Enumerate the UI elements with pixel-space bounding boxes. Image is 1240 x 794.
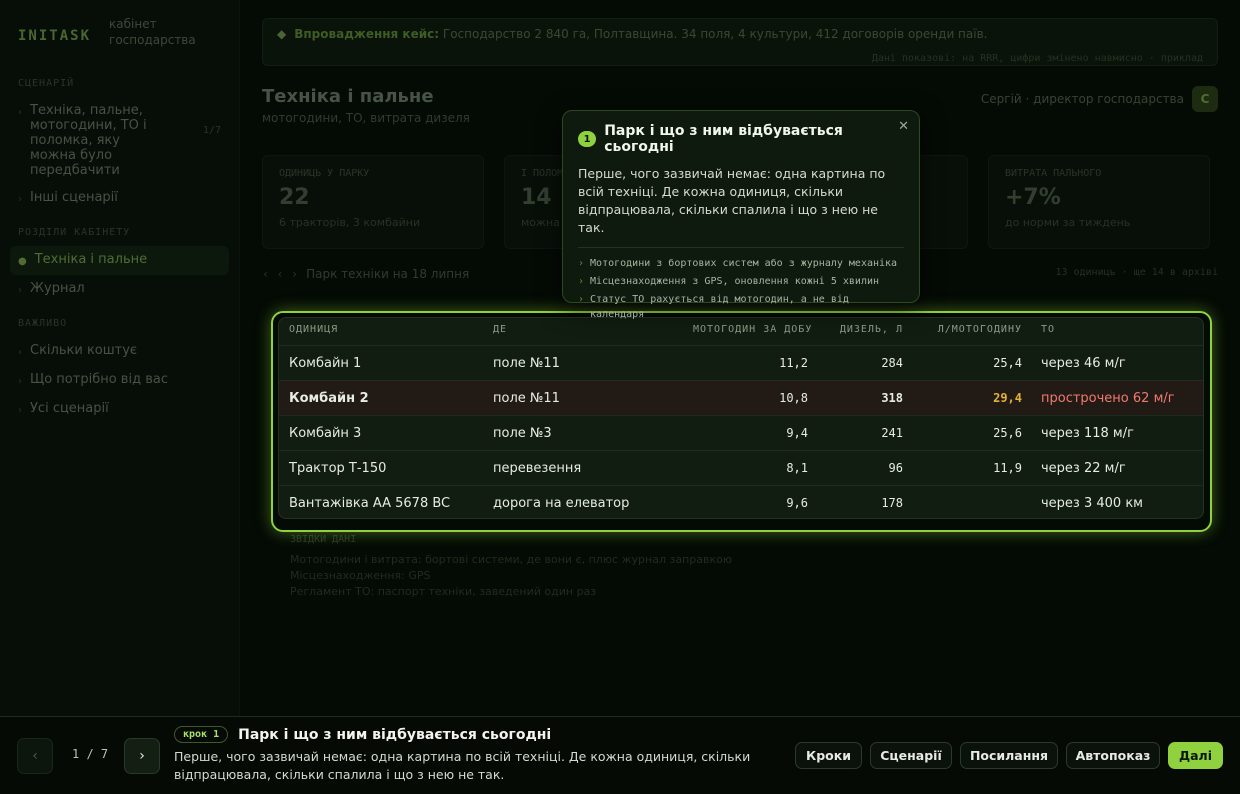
cell-service: через 22 м/г (1041, 461, 1126, 476)
cell-per-hour-warning: 29,4 (993, 391, 1022, 405)
cell-unit: Вантажівка AA 5678 BC (289, 496, 451, 511)
cell-diesel: 96 (888, 461, 903, 475)
cell-service: через 118 м/г (1041, 426, 1134, 441)
cell-unit: Комбайн 2 (289, 391, 369, 406)
cell-diesel: 318 (881, 391, 903, 405)
table-row[interactable]: Трактор Т-150 перевезення 8,1 96 11,9 че… (279, 450, 1203, 485)
cell-unit: Трактор Т-150 (289, 461, 387, 476)
cell-location: поле №11 (493, 356, 560, 371)
cell-unit: Комбайн 1 (289, 356, 362, 371)
table-row[interactable]: Комбайн 1 поле №11 11,2 284 25,4 через 4… (279, 345, 1203, 380)
cell-per-hour: 25,4 (993, 356, 1022, 370)
cell-service: через 46 м/г (1041, 356, 1126, 371)
next-button[interactable]: Далі (1168, 742, 1223, 769)
column-header-hours[interactable]: МОТОГОДИН ЗА ДОБУ (693, 318, 811, 345)
column-header-per-hour[interactable]: Л/МОТОГОДИНУ (919, 318, 1022, 345)
table-header-row: ОДИНИЦЯ ДЕ МОТОГОДИН ЗА ДОБУ ДИЗЕЛЬ, Л Л… (279, 318, 1203, 345)
chevron-left-icon: ‹ (32, 748, 38, 764)
column-header-location[interactable]: ДЕ (493, 318, 507, 345)
previous-step-button[interactable]: ‹ (17, 738, 53, 774)
table-row[interactable]: Комбайн 3 поле №3 9,4 241 25,6 через 118… (279, 415, 1203, 450)
chevron-right-icon: › (578, 258, 585, 269)
cell-diesel: 241 (881, 426, 903, 440)
step-tag: крок 1 (174, 726, 229, 743)
step-title: Парк і що з ним відбувається сьогодні (238, 726, 552, 743)
popover-bullet-text: Статус ТО рахується від мотогодин, а не … (590, 294, 849, 320)
popover-bullet-text: Мотогодини з бортових систем або з журна… (590, 258, 898, 269)
column-header-diesel[interactable]: ДИЗЕЛЬ, Л (819, 318, 903, 345)
step-description: Перше, чого зазвичай немає: одна картина… (174, 749, 751, 782)
cell-service-overdue: прострочено 62 м/г (1041, 391, 1175, 406)
chevron-right-icon: › (578, 276, 585, 287)
next-step-arrow-button[interactable]: › (124, 738, 160, 774)
cell-per-hour: 11,9 (993, 461, 1022, 475)
cell-unit: Комбайн 3 (289, 426, 362, 441)
cell-per-hour (919, 486, 1022, 518)
table-row-alert[interactable]: Комбайн 2 поле №11 10,8 318 29,4 простро… (279, 380, 1203, 415)
cell-location: дорога на елеватор (493, 496, 630, 511)
cell-hours: 9,4 (786, 426, 808, 440)
popover-bullet-text: Місцезнаходження з GPS, оновлення кожні … (590, 276, 880, 287)
cell-diesel: 284 (881, 356, 903, 370)
table-row[interactable]: Вантажівка AA 5678 BC дорога на елеватор… (279, 485, 1203, 518)
close-icon[interactable]: ✕ (898, 119, 909, 134)
cell-location: поле №3 (493, 426, 552, 441)
column-header-unit[interactable]: ОДИНИЦЯ (289, 318, 338, 345)
cell-per-hour: 25,6 (993, 426, 1022, 440)
scenarios-button[interactable]: Сценарії (870, 742, 952, 769)
popover-bullet: › Мотогодини з бортових систем або з журн… (578, 256, 904, 271)
step-header: крок 1 Парк і що з ним відбувається сьог… (174, 726, 551, 743)
cell-location: поле №11 (493, 391, 560, 406)
autoplay-button[interactable]: Автопоказ (1066, 742, 1160, 769)
popover-bullet: › Місцезнаходження з GPS, оновлення кожні… (578, 274, 904, 289)
cell-location: перевезення (493, 461, 582, 476)
cell-hours: 8,1 (786, 461, 808, 475)
steps-button[interactable]: Кроки (795, 742, 862, 769)
chevron-right-icon: › (578, 294, 585, 305)
cell-hours: 10,8 (779, 391, 808, 405)
cell-diesel: 178 (881, 496, 903, 510)
links-button[interactable]: Посилання (960, 742, 1058, 769)
popover-body: Перше, чого зазвичай немає: одна картина… (578, 166, 886, 235)
column-header-service[interactable]: ТО (1041, 318, 1055, 345)
popover-title: Парк і що з ним відбувається сьогодні (604, 123, 843, 155)
cell-hours: 11,2 (779, 356, 808, 370)
step-badge: 1 (578, 131, 597, 147)
popover-divider (578, 247, 904, 248)
step-counter: 1 / 7 (72, 747, 109, 761)
fleet-table: ОДИНИЦЯ ДЕ МОТОГОДИН ЗА ДОБУ ДИЗЕЛЬ, Л Л… (278, 317, 1204, 519)
chevron-right-icon: › (139, 748, 145, 764)
popover-header: 1 Парк і що з ним відбувається сьогодні (578, 123, 904, 155)
tour-popover: 1 Парк і що з ним відбувається сьогодні … (562, 110, 920, 320)
popover-bullet: › Статус ТО рахується від мотогодин, а не… (578, 292, 904, 322)
cell-hours: 9,6 (786, 496, 808, 510)
cell-service: через 3 400 км (1041, 496, 1143, 511)
